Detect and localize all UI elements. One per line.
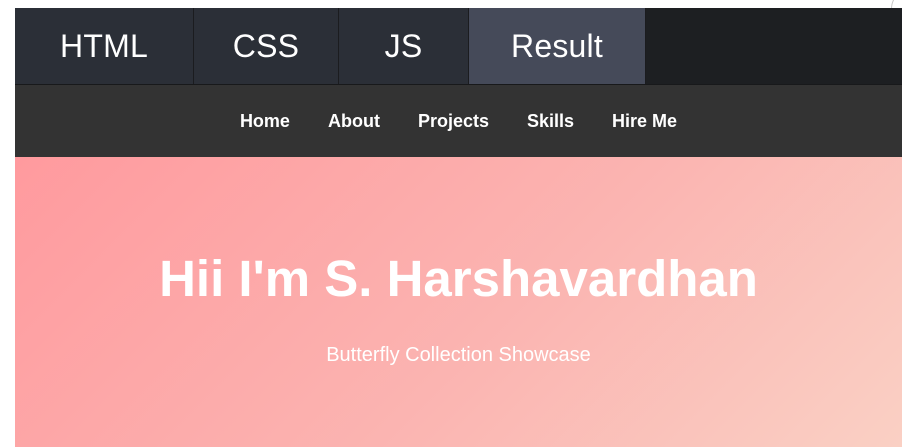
nav-link-hire-me[interactable]: Hire Me [593,111,696,132]
tab-js-label: JS [384,27,423,64]
nav-link-projects[interactable]: Projects [399,111,508,132]
tab-html[interactable]: HTML [15,8,194,84]
tab-js[interactable]: JS [339,8,469,84]
tab-result-label: Result [511,27,603,64]
tab-css[interactable]: CSS [194,8,339,84]
hero-subtitle: Butterfly Collection Showcase [326,344,591,366]
nav-link-skills[interactable]: Skills [508,111,593,132]
codepen-preview-frame: HTML CSS JS Result Home About Projects S… [15,8,902,447]
tab-html-label: HTML [60,27,148,64]
nav-link-about[interactable]: About [309,111,399,132]
tab-result[interactable]: Result [469,8,646,84]
tab-css-label: CSS [232,27,300,64]
editor-tab-bar: HTML CSS JS Result [15,8,902,85]
site-navigation: Home About Projects Skills Hire Me [15,85,902,157]
hero-section: Hii I'm S. Harshavardhan Butterfly Colle… [15,157,902,447]
hero-title: Hii I'm S. Harshavardhan [159,250,758,307]
nav-link-home[interactable]: Home [221,111,309,132]
